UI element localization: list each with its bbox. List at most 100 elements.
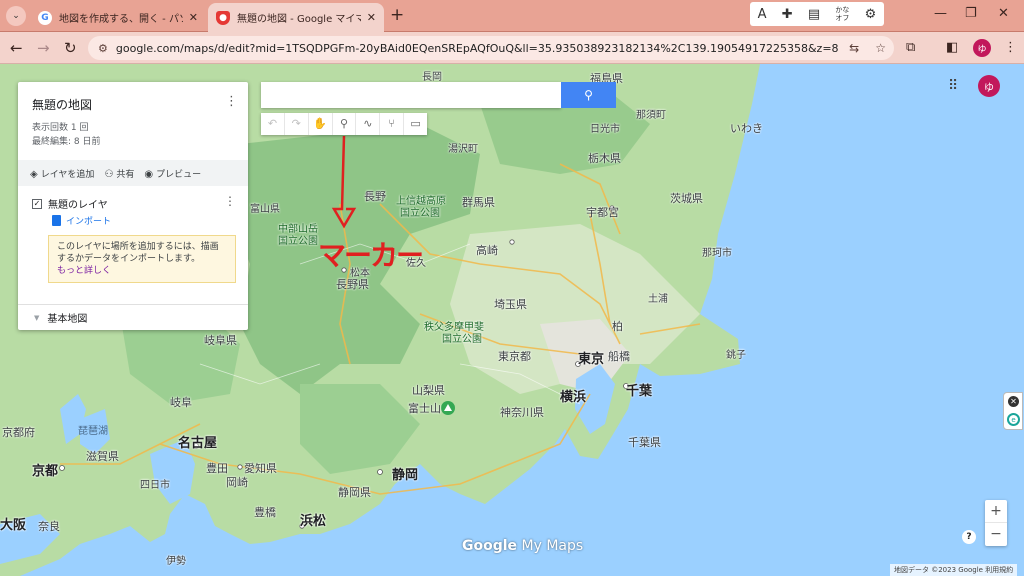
tab-my-maps[interactable]: ● 無題の地図 - Google マイマップ ✕: [208, 3, 384, 32]
restore-button[interactable]: ❐: [965, 6, 977, 21]
map-label: 茨城県: [670, 192, 703, 205]
tab-title: 無題の地図 - Google マイマップ: [237, 14, 361, 25]
layer-row[interactable]: ✓ 無題のレイヤ: [32, 196, 108, 211]
import-file-icon: [52, 215, 61, 226]
site-settings-icon[interactable]: ⚙: [98, 42, 108, 55]
map-label: 長岡: [422, 72, 442, 83]
map-label: 岐阜県: [204, 334, 237, 347]
map-label: 東京都: [498, 350, 531, 363]
tab-search-button[interactable]: ⌄: [6, 6, 26, 26]
help-button[interactable]: ?: [962, 530, 976, 544]
layer-checkbox[interactable]: ✓: [32, 198, 42, 209]
basemap-toggle[interactable]: ▼ 基本地図: [18, 304, 248, 330]
map-label: 国立公園: [442, 334, 482, 345]
close-tab-icon[interactable]: ✕: [189, 11, 198, 24]
gear-icon[interactable]: ⚙: [865, 7, 877, 22]
map-canvas[interactable]: 福島県 いわき 那須町 日光市 湯沢町 栃木県 茨城県 長野 上信越高原 国立公…: [0, 64, 1024, 576]
map-label: 富士山: [408, 402, 441, 415]
google-my-maps-logo: Google My Maps: [462, 538, 584, 554]
minimize-button[interactable]: —: [934, 6, 947, 21]
map-panel: 無題の地図 ⋮ 表示回数 1 回 最終編集: 8 日前 ◈ レイヤを追加 ⚇ 共有 …: [18, 82, 248, 330]
map-label: 千葉: [626, 384, 653, 399]
map-label: 静岡: [392, 468, 419, 483]
share-button[interactable]: ⚇ 共有: [104, 167, 134, 180]
last-edited: 最終編集: 8 日前: [32, 137, 101, 147]
expand-triangle-icon: ▼: [34, 313, 40, 322]
browser-toolbar: ← → ↻ ⚙ google.com/maps/d/edit?mid=1TSQD…: [0, 32, 1024, 64]
layer-name[interactable]: 無題のレイヤ: [48, 196, 108, 211]
url-text[interactable]: google.com/maps/d/edit?mid=1TSQDPGFm-20y…: [116, 42, 841, 55]
search-icon: ⚲: [584, 88, 593, 102]
map-tools: ↶ ↷ ✋ ⚲ ∿ ⑂ ▭: [261, 113, 427, 135]
reload-icon[interactable]: ↻: [64, 39, 77, 57]
extension-logo-icon[interactable]: e: [1007, 413, 1020, 426]
map-label: 那珂市: [702, 248, 732, 259]
account-avatar[interactable]: ゆ: [978, 75, 1000, 97]
hand-tool-icon[interactable]: ✋: [309, 113, 333, 135]
map-label: 山梨県: [412, 384, 445, 397]
side-panel-icon[interactable]: ◧: [946, 40, 958, 55]
learn-more-link[interactable]: もっと詳しく: [57, 266, 111, 276]
search-input[interactable]: [261, 82, 561, 108]
layer-options-kebab-icon[interactable]: ⋮: [224, 194, 236, 208]
panel-actions: ◈ レイヤを追加 ⚇ 共有 ◉ プレビュー: [18, 160, 248, 186]
back-arrow-icon[interactable]: ←: [10, 39, 23, 57]
close-circle-icon[interactable]: ✕: [1008, 396, 1019, 407]
tab-strip: ⌄ G 地図を作成する、開く - パソコン - ✕ ● 無題の地図 - Goog…: [0, 0, 1024, 32]
import-link[interactable]: インポート: [52, 214, 111, 227]
map-label: 日光市: [590, 124, 620, 135]
map-label: 滋賀県: [86, 450, 119, 463]
terms-link[interactable]: 利用規約: [985, 566, 1013, 574]
layer-hint: このレイヤに場所を追加するには、描画するかデータをインポートします。 もっと詳し…: [48, 235, 236, 283]
maps-pin-favicon-icon: ●: [216, 10, 230, 25]
map-label: 那須町: [636, 110, 666, 121]
map-label: 国立公園: [278, 236, 318, 247]
plugin-icon[interactable]: ✚: [782, 7, 793, 22]
forward-arrow-icon[interactable]: →: [37, 39, 50, 57]
map-label: 高崎: [476, 244, 498, 257]
extensions-puzzle-icon[interactable]: ⧉: [906, 40, 915, 55]
map-label: 栃木県: [588, 152, 621, 165]
search-button[interactable]: ⚲: [561, 82, 616, 108]
notes-icon[interactable]: ▤: [808, 7, 820, 22]
zoom-controls: + −: [985, 500, 1007, 546]
handwritten-annotation: マーカー: [318, 239, 424, 272]
map-label: 神奈川県: [500, 406, 544, 419]
menu-kebab-icon[interactable]: ⋮: [1004, 40, 1017, 55]
profile-avatar[interactable]: ゆ: [973, 39, 991, 57]
extension-toolbar: A ✚ ▤ かな オフ ⚙: [750, 2, 884, 26]
translate-icon[interactable]: ⇆: [849, 41, 859, 55]
font-extension-button[interactable]: A: [758, 7, 767, 22]
map-label: 京都府: [2, 426, 35, 439]
map-label: 埼玉県: [494, 298, 527, 311]
ruler-icon[interactable]: ▭: [404, 113, 427, 135]
address-bar[interactable]: ⚙ google.com/maps/d/edit?mid=1TSQDPGFm-2…: [88, 36, 894, 60]
redo-icon[interactable]: ↷: [285, 113, 309, 135]
zoom-out-button[interactable]: −: [985, 523, 1007, 546]
map-label: 東京: [578, 352, 605, 367]
map-title[interactable]: 無題の地図: [32, 96, 92, 113]
close-window-button[interactable]: ✕: [998, 6, 1009, 21]
directions-icon[interactable]: ⑂: [380, 113, 405, 135]
tab-google-help[interactable]: G 地図を作成する、開く - パソコン - ✕: [30, 3, 206, 32]
map-label: 奈良: [38, 520, 60, 533]
undo-icon[interactable]: ↶: [261, 113, 285, 135]
view-count: 表示回数 1 回: [32, 123, 89, 133]
map-label: 長野: [364, 190, 386, 203]
zoom-in-button[interactable]: +: [985, 500, 1007, 523]
close-tab-icon[interactable]: ✕: [367, 11, 376, 24]
map-label: 岐阜: [170, 396, 192, 409]
apps-grid-icon[interactable]: ⠿: [948, 78, 958, 94]
map-label: 船橋: [608, 350, 630, 363]
map-label: 名古屋: [178, 436, 218, 451]
preview-button[interactable]: ◉ プレビュー: [144, 167, 201, 180]
eye-icon: ◉: [144, 168, 154, 180]
kana-toggle-button[interactable]: かな オフ: [835, 6, 849, 22]
add-layer-button[interactable]: ◈ レイヤを追加: [30, 167, 94, 180]
map-label: 浜松: [300, 514, 327, 529]
new-tab-button[interactable]: +: [390, 5, 404, 25]
map-options-kebab-icon[interactable]: ⋮: [225, 94, 238, 109]
add-marker-icon[interactable]: ⚲: [333, 113, 357, 135]
bookmark-star-icon[interactable]: ☆: [875, 41, 886, 55]
draw-line-icon[interactable]: ∿: [356, 113, 381, 135]
